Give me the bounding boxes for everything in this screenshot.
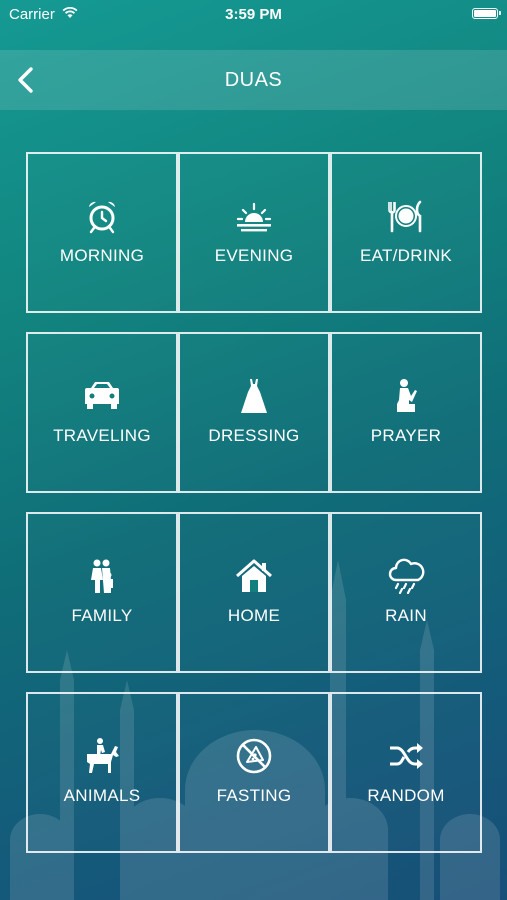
tile-prayer[interactable]: PRAYER — [330, 332, 482, 493]
status-time: 3:59 PM — [225, 6, 282, 23]
battery-icon — [472, 8, 501, 19]
plate-cutlery-icon — [388, 200, 422, 233]
tile-home[interactable]: HOME — [178, 512, 330, 673]
tile-label: EAT/DRINK — [359, 246, 453, 265]
tile-dressing[interactable]: DRESSING — [178, 332, 330, 493]
status-bar: Carrier 3:59 PM — [0, 0, 507, 28]
tile-rain[interactable]: RAIN — [330, 512, 482, 673]
tile-evening[interactable]: EVENING — [178, 152, 330, 313]
tile-label: MORNING — [59, 246, 145, 265]
tile-label: FASTING — [216, 786, 292, 805]
tile-family[interactable]: FAMILY — [26, 512, 178, 673]
tile-eat-drink[interactable]: EAT/DRINK — [330, 152, 482, 313]
sunset-icon — [236, 202, 272, 232]
alarm-clock-icon — [89, 201, 115, 234]
praying-person-icon — [397, 379, 417, 412]
tile-label: TRAVELING — [53, 426, 151, 445]
tile-label: PRAYER — [370, 426, 442, 445]
tile-label: DRESSING — [208, 426, 300, 445]
car-icon — [85, 382, 119, 409]
tile-label: HOME — [227, 606, 281, 625]
house-icon — [236, 559, 272, 592]
page-title: DUAS — [224, 69, 283, 91]
tile-traveling[interactable]: TRAVELING — [26, 332, 178, 493]
family-icon — [91, 559, 113, 593]
tile-animals[interactable]: ANIMALS — [26, 692, 178, 853]
rain-cloud-icon — [388, 558, 425, 594]
tile-fasting[interactable]: FASTING — [178, 692, 330, 853]
tile-label: RANDOM — [367, 786, 445, 805]
tile-random[interactable]: RANDOM — [330, 692, 482, 853]
tile-label: FAMILY — [71, 606, 133, 625]
nav-bar: DUAS — [0, 50, 507, 110]
tile-label: RAIN — [385, 606, 427, 625]
shuffle-icon — [390, 743, 423, 769]
tile-label: ANIMALS — [63, 786, 141, 805]
horse-rider-icon — [87, 738, 119, 773]
dress-icon — [241, 379, 267, 413]
tile-morning[interactable]: MORNING — [26, 152, 178, 313]
tile-label: EVENING — [214, 246, 294, 265]
no-food-icon — [236, 738, 272, 774]
